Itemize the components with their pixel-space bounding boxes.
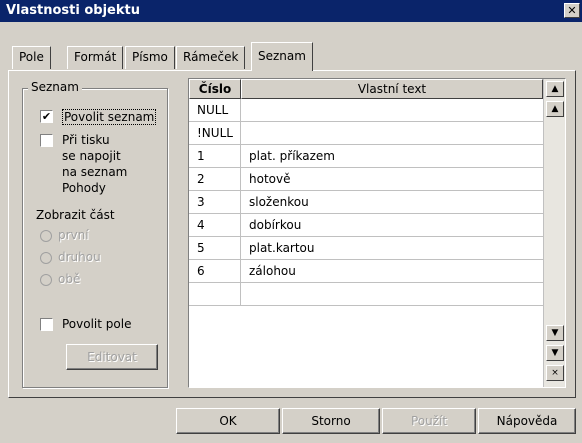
radio-second[interactable] — [40, 252, 52, 264]
cell-number[interactable]: 2 — [189, 168, 241, 191]
print-link-label-1: Při tisku — [62, 133, 110, 147]
allow-field-label: Povolit pole — [62, 317, 132, 331]
group-title: Seznam — [28, 80, 82, 94]
cell-number[interactable]: 3 — [189, 191, 241, 214]
cell-number[interactable]: NULL — [189, 99, 241, 122]
column-header-text[interactable]: Vlastní text — [241, 79, 543, 99]
radio-second-label: druhou — [58, 250, 101, 264]
column-header-number[interactable]: Číslo — [189, 79, 241, 99]
cell-number[interactable]: 6 — [189, 260, 241, 283]
scroll-top-icon[interactable]: ▲ — [546, 81, 564, 97]
show-part-label: Zobrazit část — [36, 208, 115, 222]
vertical-scrollbar[interactable]: ▲ ▲ ▼ ▼ × — [543, 79, 565, 387]
apply-button[interactable]: Použít — [382, 408, 476, 434]
window-title: Vlastnosti objektu — [6, 3, 140, 18]
window-titlebar: Vlastnosti objektu ✕ — [0, 0, 582, 22]
cell-text[interactable] — [241, 122, 543, 145]
cell-text[interactable]: hotově — [241, 168, 543, 191]
print-link-label-4: Pohody — [62, 181, 106, 195]
radio-first[interactable] — [40, 230, 52, 242]
radio-both[interactable] — [40, 274, 52, 286]
print-link-label-2: se napojit — [62, 149, 121, 163]
cell-number[interactable]: !NULL — [189, 122, 241, 145]
scroll-bottom-icon[interactable]: ▼ — [546, 345, 564, 361]
table-row[interactable]: 3 složenkou — [189, 191, 543, 214]
cell-text[interactable]: plat.kartou — [241, 237, 543, 260]
allow-field-checkbox[interactable] — [40, 318, 53, 331]
cell-text[interactable] — [241, 99, 543, 122]
help-button[interactable]: Nápověda — [478, 408, 576, 434]
ok-button[interactable]: OK — [176, 408, 280, 434]
allow-list-label[interactable]: Povolit seznam — [62, 109, 157, 125]
close-button[interactable]: ✕ — [564, 3, 580, 18]
tab-ramecek[interactable]: Rámeček — [176, 46, 246, 69]
allow-list-checkbox[interactable]: ✔ — [40, 110, 53, 123]
cell-number[interactable]: 1 — [189, 145, 241, 168]
tab-seznam[interactable]: Seznam — [251, 42, 313, 71]
edit-button[interactable]: Editovat — [66, 344, 158, 370]
list-table: Číslo Vlastní text NULL !NULL 1 plat. př… — [188, 78, 566, 388]
cell-text[interactable]: plat. příkazem — [241, 145, 543, 168]
cell-text[interactable]: dobírkou — [241, 214, 543, 237]
cell-text[interactable]: zálohou — [241, 260, 543, 283]
tab-pole[interactable]: Pole — [12, 46, 51, 69]
cell-number[interactable] — [189, 283, 241, 306]
scroll-up-icon[interactable]: ▲ — [546, 101, 564, 117]
radio-first-label: první — [58, 228, 89, 242]
table-row[interactable]: 5 plat.kartou — [189, 237, 543, 260]
cell-number[interactable]: 5 — [189, 237, 241, 260]
tab-format[interactable]: Formát — [67, 46, 124, 69]
table-row[interactable]: !NULL — [189, 122, 543, 145]
cell-number[interactable]: 4 — [189, 214, 241, 237]
table-row[interactable]: 1 plat. příkazem — [189, 145, 543, 168]
tab-pismo[interactable]: Písmo — [125, 46, 175, 69]
radio-both-label: obě — [58, 272, 81, 286]
table-row[interactable] — [189, 283, 543, 306]
delete-row-icon[interactable]: × — [546, 365, 564, 381]
table-row[interactable]: 6 zálohou — [189, 260, 543, 283]
cell-text[interactable]: složenkou — [241, 191, 543, 214]
table-row[interactable]: NULL — [189, 99, 543, 122]
scroll-down-icon[interactable]: ▼ — [546, 325, 564, 341]
cancel-button[interactable]: Storno — [282, 408, 380, 434]
table-row[interactable]: 2 hotově — [189, 168, 543, 191]
cell-text[interactable] — [241, 283, 543, 306]
print-link-label-3: na seznam — [62, 165, 128, 179]
table-row[interactable]: 4 dobírkou — [189, 214, 543, 237]
print-link-checkbox[interactable] — [40, 134, 53, 147]
